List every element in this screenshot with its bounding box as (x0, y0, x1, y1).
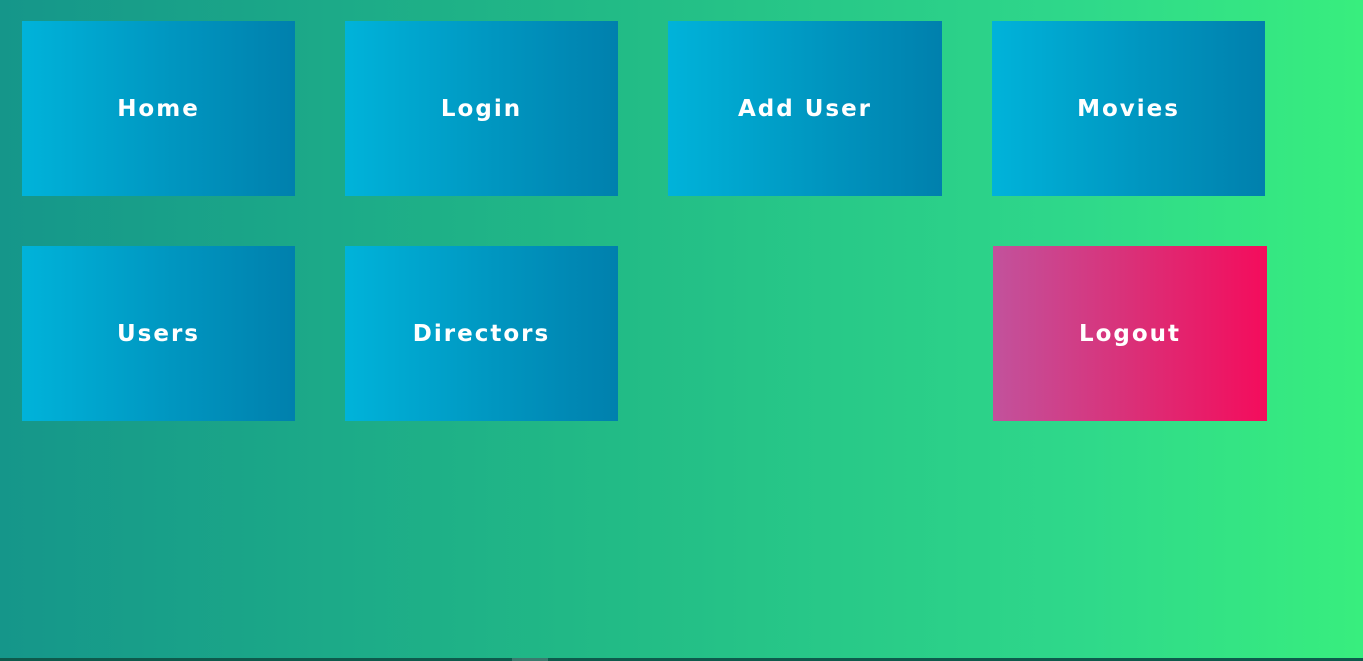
movies-tile-label: Movies (1077, 95, 1180, 122)
logout-tile-label: Logout (1078, 320, 1182, 347)
home-tile-label: Home (117, 95, 200, 122)
users-tile-button[interactable]: Users (22, 246, 295, 421)
users-tile-label: Users (117, 320, 200, 347)
add-user-tile-button[interactable]: Add User (668, 21, 942, 196)
directors-tile-label: Directors (412, 320, 551, 347)
directors-tile-button[interactable]: Directors (345, 246, 618, 421)
login-tile-label: Login (440, 95, 523, 122)
add-user-tile-label: Add User (737, 95, 873, 122)
home-tile-button[interactable]: Home (22, 21, 295, 196)
logout-tile-button[interactable]: Logout (993, 246, 1267, 421)
login-tile-button[interactable]: Login (345, 21, 618, 196)
movies-tile-button[interactable]: Movies (992, 21, 1265, 196)
